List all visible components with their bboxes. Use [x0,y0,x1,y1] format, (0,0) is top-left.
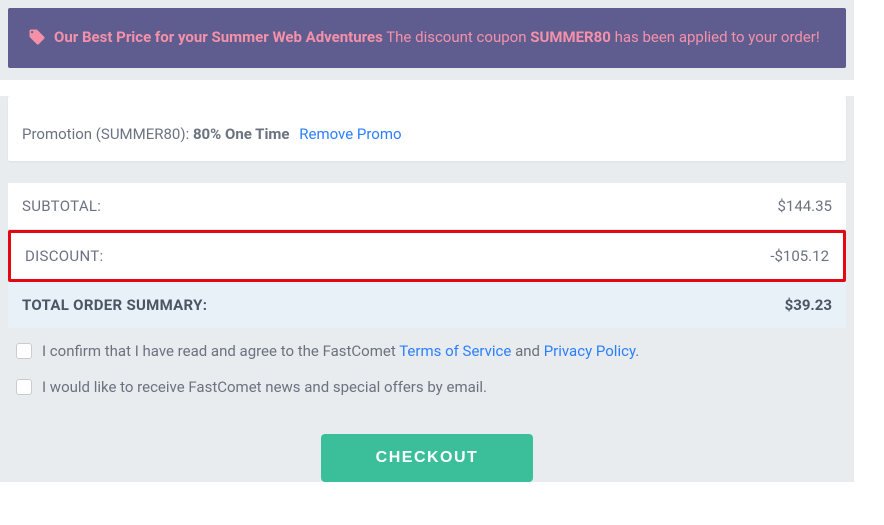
promo-banner: Our Best Price for your Summer Web Adven… [8,8,846,68]
newsletter-line: I would like to receive FastComet news a… [16,378,838,396]
subtotal-row: SUBTOTAL: $144.35 [8,183,846,230]
banner-code: SUMMER80 [530,28,611,46]
tag-icon [28,28,46,50]
subtotal-value: $144.35 [777,197,832,215]
promotion-prefix: Promotion (SUMMER80): [22,125,193,143]
subtotal-label: SUBTOTAL: [22,197,101,215]
terms-of-service-link[interactable]: Terms of Service [399,342,511,360]
promo-banner-text: Our Best Price for your Summer Web Adven… [54,26,820,49]
terms-agree-checkbox[interactable] [16,343,32,359]
privacy-policy-link[interactable]: Privacy Policy [544,342,636,360]
promotion-card: Promotion (SUMMER80): 80% One Time Remov… [8,96,846,161]
discount-row: DISCOUNT: -$105.12 [8,230,846,282]
remove-promo-link[interactable]: Remove Promo [299,125,401,143]
terms-agree-line: I confirm that I have read and agree to … [16,342,838,360]
banner-mid1: The discount coupon [383,28,530,46]
newsletter-checkbox[interactable] [16,379,32,395]
total-label: TOTAL ORDER SUMMARY: [22,296,207,314]
agree-pre: I confirm that I have read and agree to … [42,342,399,360]
discount-label: DISCOUNT: [25,247,103,265]
order-summary: SUBTOTAL: $144.35 DISCOUNT: -$105.12 TOT… [8,183,846,328]
banner-headline: Our Best Price for your Summer Web Adven… [54,28,383,46]
checkout-button[interactable]: CHECKOUT [321,434,534,482]
promotion-line: Promotion (SUMMER80): 80% One Time [22,125,293,143]
agree-and: and [511,342,543,360]
promotion-amount: 80% One Time [193,125,290,143]
terms-agree-text: I confirm that I have read and agree to … [42,342,639,360]
total-row: TOTAL ORDER SUMMARY: $39.23 [8,282,846,328]
agree-dot: . [635,342,639,360]
newsletter-text: I would like to receive FastComet news a… [42,378,487,396]
total-value: $39.23 [785,296,832,314]
banner-mid2: has been applied to your order! [611,28,820,46]
discount-value: -$105.12 [770,247,829,265]
